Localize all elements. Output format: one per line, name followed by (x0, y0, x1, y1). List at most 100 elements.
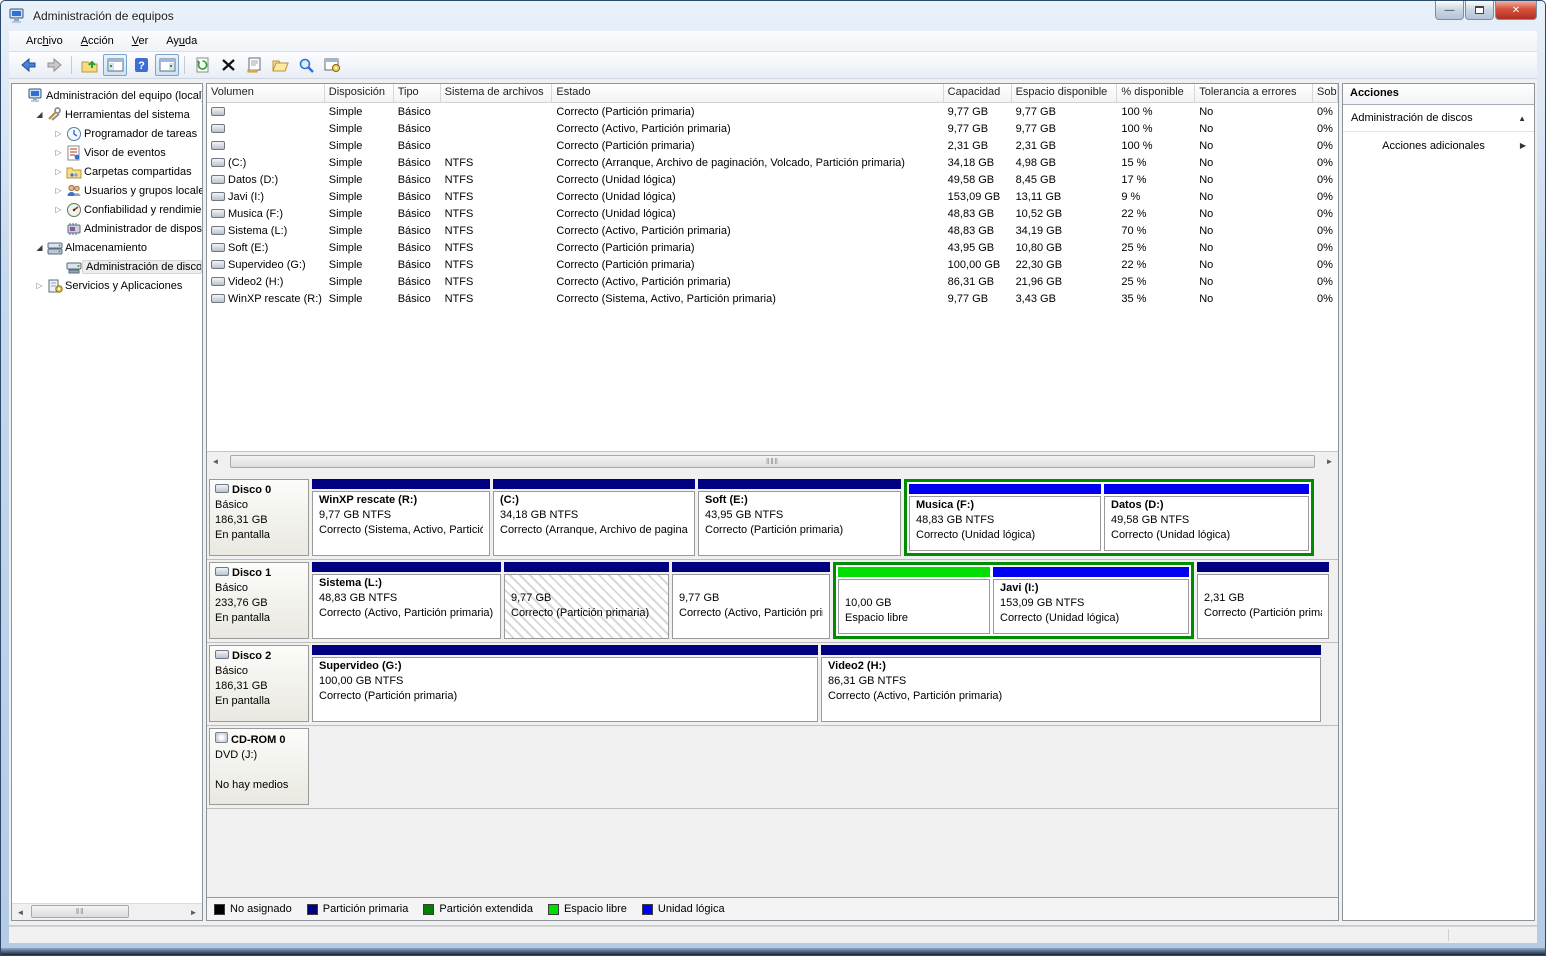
scrollbar-thumb[interactable]: ‖‖‖ (230, 455, 1315, 468)
volume-row[interactable]: Video2 (H:)SimpleBásicoNTFSCorrecto (Act… (207, 273, 1338, 290)
actions-group-disk-management[interactable]: Administración de discos ▲ (1343, 105, 1534, 132)
partition-winxp-rescate-r[interactable]: WinXP rescate (R:)9,77 GB NTFSCorrecto (… (312, 479, 490, 556)
volume-row[interactable]: Datos (D:)SimpleBásicoNTFSCorrecto (Unid… (207, 171, 1338, 188)
column-header-estado[interactable]: Estado (552, 84, 943, 102)
column-header-tipo[interactable]: Tipo (394, 84, 441, 102)
partition-free[interactable]: 10,00 GBEspacio libre (838, 567, 990, 634)
toolbar-button-export-list[interactable] (77, 54, 101, 76)
volume-row[interactable]: (C:)SimpleBásicoNTFSCorrecto (Arranque, … (207, 154, 1338, 171)
expander-expanded-icon[interactable]: ◢ (33, 110, 46, 119)
expander-collapsed-icon[interactable]: ▷ (52, 148, 65, 157)
partition-info: 2,31 GBCorrecto (Partición primaria) (1197, 574, 1329, 639)
partition-video2-h[interactable]: Video2 (H:)86,31 GB NTFSCorrecto (Activo… (821, 645, 1321, 722)
sidebar-item-administraci-n-de-discos[interactable]: Administración de discos (12, 257, 202, 276)
sidebar-item-almacenamiento[interactable]: ◢Almacenamiento (12, 238, 202, 257)
column-header-sistema-de-archivos[interactable]: Sistema de archivos (441, 84, 553, 102)
close-button[interactable]: ✕ (1495, 1, 1537, 20)
volume-row[interactable]: Musica (F:)SimpleBásicoNTFSCorrecto (Uni… (207, 205, 1338, 222)
minimize-button[interactable]: — (1435, 1, 1464, 20)
partition-supervideo-g[interactable]: Supervideo (G:)100,00 GB NTFSCorrecto (P… (312, 645, 818, 722)
volume-list-horizontal-scrollbar[interactable]: ◄ ‖‖‖ ► (207, 453, 1338, 470)
sidebar-item-administraci-n-del-equipo-loca[interactable]: Administración del equipo (local) (12, 86, 202, 105)
column-header-volumen[interactable]: Volumen (207, 84, 325, 102)
expander-collapsed-icon[interactable]: ▷ (52, 167, 65, 176)
column-header-sobrecarga[interactable]: Sobrecarga (1313, 84, 1338, 102)
partition-hatched[interactable]: 9,77 GBCorrecto (Partición primaria) (504, 562, 669, 639)
volume-row[interactable]: Supervideo (G:)SimpleBásicoNTFSCorrecto … (207, 256, 1338, 273)
scroll-left-icon[interactable]: ◄ (12, 904, 29, 920)
cell-espacio-disponible: 22,30 GB (1012, 259, 1118, 271)
sidebar-item-administrador-de-dispositivos[interactable]: Administrador de dispositivos (12, 219, 202, 238)
partition-javi-i[interactable]: Javi (I:)153,09 GB NTFSCorrecto (Unidad … (993, 567, 1189, 634)
partition-musica-f[interactable]: Musica (F:)48,83 GB NTFSCorrecto (Unidad… (909, 484, 1101, 551)
toolbar-button-delete[interactable] (216, 54, 240, 76)
column-header-disposici-n[interactable]: Disposición (325, 84, 394, 102)
partition-size: 9,77 GB (511, 591, 662, 606)
menu-item-archivo[interactable]: Archivo (17, 33, 72, 49)
scrollbar-thumb[interactable]: ‖‖ (31, 905, 129, 918)
volume-row[interactable]: WinXP rescate (R:)SimpleBásicoNTFSCorrec… (207, 290, 1338, 307)
toolbar-button-forward[interactable] (42, 54, 66, 76)
partition-primary[interactable]: 2,31 GBCorrecto (Partición primaria) (1197, 562, 1329, 639)
column-header--disponible[interactable]: % disponible (1117, 84, 1195, 102)
cell-estado: Correcto (Activo, Partición primaria) (552, 123, 943, 135)
sidebar-item-usuarios-y-grupos-locales[interactable]: ▷Usuarios y grupos locales (12, 181, 202, 200)
volume-row[interactable]: Soft (E:)SimpleBásicoNTFSCorrecto (Parti… (207, 239, 1338, 256)
partition-primary[interactable]: 9,77 GBCorrecto (Activo, Partición prima… (672, 562, 830, 639)
cdrom-label[interactable]: CD-ROM 0DVD (J:) No hay medios (209, 728, 309, 805)
expander-collapsed-icon[interactable]: ▷ (52, 129, 65, 138)
expander-expanded-icon[interactable]: ◢ (33, 243, 46, 252)
collapse-caret-icon[interactable]: ▲ (1518, 114, 1526, 123)
actions-item-additional[interactable]: Acciones adicionales ▶ (1343, 132, 1534, 159)
disk-label-0[interactable]: Disco 0Básico186,31 GBEn pantalla (209, 479, 309, 556)
partition-sistema-l[interactable]: Sistema (L:)48,83 GB NTFSCorrecto (Activ… (312, 562, 501, 639)
menu-item-ver[interactable]: Ver (123, 33, 158, 49)
menu-item-ayuda[interactable]: Ayuda (157, 33, 206, 49)
expander-collapsed-icon[interactable]: ▷ (52, 186, 65, 195)
volume-row[interactable]: SimpleBásicoCorrecto (Partición primaria… (207, 137, 1338, 154)
tree-horizontal-scrollbar[interactable]: ◄ ‖‖ ► (12, 903, 202, 920)
menu-item-accin[interactable]: Acción (72, 33, 123, 49)
volume-row[interactable]: SimpleBásicoCorrecto (Activo, Partición … (207, 120, 1338, 137)
sidebar-item-label: Programador de tareas (82, 127, 199, 141)
cell-volumen (207, 124, 325, 133)
column-header-espacio-disponible[interactable]: Espacio disponible (1012, 84, 1118, 102)
volume-row[interactable]: Javi (I:)SimpleBásicoNTFSCorrecto (Unida… (207, 188, 1338, 205)
toolbar-button-find[interactable] (294, 54, 318, 76)
toolbar-button-help[interactable]: ? (129, 54, 153, 76)
status-bar (9, 926, 1537, 943)
toolbar-button-properties[interactable] (242, 54, 266, 76)
volume-row[interactable]: Sistema (L:)SimpleBásicoNTFSCorrecto (Ac… (207, 222, 1338, 239)
toolbar-button-open-folder[interactable] (268, 54, 292, 76)
title-bar[interactable]: Administración de equipos — ✕ (1, 1, 1545, 31)
toolbar-button-show-action-pane[interactable] (155, 54, 179, 76)
sidebar-item-carpetas-compartidas[interactable]: ▷Carpetas compartidas (12, 162, 202, 181)
sidebar-item-confiabilidad-y-rendimiento[interactable]: ▷Confiabilidad y rendimiento (12, 200, 202, 219)
column-header-capacidad[interactable]: Capacidad (944, 84, 1012, 102)
scroll-right-icon[interactable]: ► (185, 904, 202, 920)
sidebar-item-programador-de-tareas[interactable]: ▷ Programador de tareas (12, 124, 202, 143)
disk-label-1[interactable]: Disco 1Básico233,76 GBEn pantalla (209, 562, 309, 639)
sidebar-item-herramientas-del-sistema[interactable]: ◢Herramientas del sistema (12, 105, 202, 124)
column-header-tolerancia-a-errores[interactable]: Tolerancia a errores (1195, 84, 1313, 102)
volume-icon (211, 260, 225, 269)
partition-status: Correcto (Activo, Partición primaria) (319, 606, 494, 621)
expander-collapsed-icon[interactable]: ▷ (33, 281, 46, 290)
disk-management-pane: VolumenDisposiciónTipoSistema de archivo… (206, 83, 1339, 921)
disk-label-2[interactable]: Disco 2Básico186,31 GBEn pantalla (209, 645, 309, 722)
partition-datos-d[interactable]: Datos (D:)49,58 GB NTFSCorrecto (Unidad … (1104, 484, 1309, 551)
expander-collapsed-icon[interactable]: ▷ (52, 205, 65, 214)
scroll-left-icon[interactable]: ◄ (207, 454, 224, 470)
maximize-button[interactable] (1465, 1, 1494, 20)
toolbar-button-back[interactable] (16, 54, 40, 76)
toolbar-button-console-window[interactable] (320, 54, 344, 76)
cell-disposici-n: Simple (325, 106, 394, 118)
volume-row[interactable]: SimpleBásicoCorrecto (Partición primaria… (207, 103, 1338, 120)
sidebar-item-visor-de-eventos[interactable]: ▷Visor de eventos (12, 143, 202, 162)
toolbar-button-show-console-tree[interactable] (103, 54, 127, 76)
scroll-right-icon[interactable]: ► (1321, 454, 1338, 470)
toolbar-button-refresh[interactable] (190, 54, 214, 76)
partition-c[interactable]: (C:)34,18 GB NTFSCorrecto (Arranque, Arc… (493, 479, 695, 556)
partition-soft-e[interactable]: Soft (E:)43,95 GB NTFSCorrecto (Partició… (698, 479, 901, 556)
sidebar-item-servicios-y-aplicaciones[interactable]: ▷Servicios y Aplicaciones (12, 276, 202, 295)
